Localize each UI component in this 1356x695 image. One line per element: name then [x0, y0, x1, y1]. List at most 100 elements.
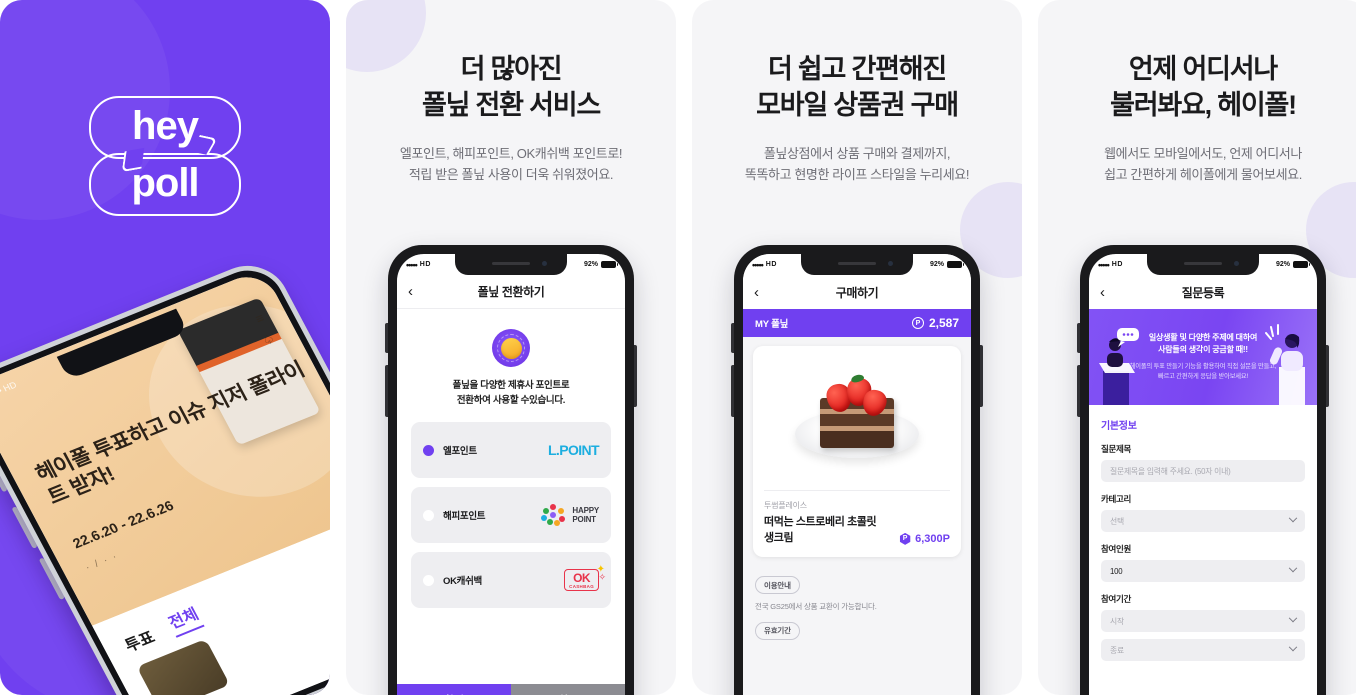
point-option-label: 해피포인트: [443, 511, 486, 523]
field-label-title: 질문제목: [1101, 444, 1132, 454]
phone-screen: ••••• HD 92% ‹ 구매하기 MY 폴닢 P 2,587 투썸플레이스…: [743, 254, 971, 695]
product-price: 6,300P: [915, 532, 950, 545]
tilted-phone-mockup: 헤이폴 투표하고 이슈 지저 폴라이트 받자! 22.6.20 - 22.6.2…: [0, 254, 330, 695]
usage-info-section: 이용안내 전국 GS25에서 상품 교환이 가능합니다. 유효기간: [743, 566, 971, 640]
nav-bar: ‹ 구매하기: [743, 275, 971, 309]
point-option-label: OK캐쉬백: [443, 576, 482, 588]
gallery-panel-conversion[interactable]: 더 많아진 폴닢 전환 서비스 엘포인트, 해피포인트, OK캐쉬백 포인트로!…: [346, 0, 676, 695]
radio-icon[interactable]: [423, 574, 434, 586]
my-points-bar: MY 폴닢 P 2,587: [743, 309, 971, 337]
point-partner-list: 엘포인트 L.POINT 해피포인트 HAPPY POINT OK캐쉬백 ✦ ✧…: [411, 422, 611, 609]
okcashbag-logo-box: ✦ ✧ OK CASHBAG: [564, 564, 606, 592]
status-signal: ••••• HD: [752, 260, 777, 270]
sparkle-icon-2: ✧: [598, 572, 606, 583]
logo-bubble-bottom: poll: [89, 153, 241, 216]
product-brand: 투썸플레이스: [764, 501, 807, 510]
front-camera: [888, 261, 893, 266]
nav-bar: ‹ 폴닢 전환하기: [397, 275, 625, 309]
product-card[interactable]: 투썸플레이스 떠먹는 스트로베리 초콜릿 생크림 P 6,300P: [753, 346, 961, 557]
points-coin-icon: [492, 329, 530, 367]
nav-title: 폴닢 전환하기: [477, 285, 545, 299]
tab-all[interactable]: 전체: [163, 601, 205, 638]
usage-info-text: 전국 GS25에서 상품 교환이 가능합니다.: [755, 602, 877, 612]
bottom-action-bar: 확인 취소: [397, 684, 625, 695]
period-end-select[interactable]: 종료: [1101, 639, 1305, 661]
point-option-okcashbag[interactable]: OK캐쉬백 ✦ ✧ OK CASHBAG: [411, 552, 611, 609]
lpoint-logo-text: L.POINT: [547, 442, 600, 459]
period-start-value: 시작: [1110, 616, 1124, 626]
gallery-panel-brand[interactable]: hey poll 헤이폴 투표하고 이슈 지저 폴라이트 받자! 22.6.20…: [0, 0, 330, 695]
panel-subtitle: 엘포인트, 해피포인트, OK캐쉬백 포인트로! 적립 받은 폴닢 사용이 더욱…: [399, 145, 623, 183]
phone-notch: [801, 254, 913, 275]
confirm-button[interactable]: 확인: [397, 684, 511, 695]
earpiece-speaker: [838, 262, 876, 265]
logo-text-poll: poll: [131, 160, 199, 205]
product-image-cake: [764, 356, 950, 480]
okcashbag-logo-subtext: CASHBAG: [569, 584, 594, 590]
okcashbag-logo-text: OK: [573, 571, 591, 586]
battery-percent: 92%: [1275, 261, 1290, 268]
carrier-label: HD: [419, 261, 431, 268]
phone-mockup: ••••• HD 92% ‹ 질문등록 일상생활 및 다양한 주제에 대하여 사…: [1077, 245, 1329, 695]
category-select-value: 선택: [1110, 516, 1124, 526]
hero-carousel-dots: ∙ / ∙ ∙: [83, 550, 121, 574]
logo-speech-tail-left: [121, 147, 145, 173]
battery-icon: [1293, 261, 1310, 268]
phone-mockup: ••••• HD 92% ‹ 폴닢 전환하기 폴닢을 다양한 제휴사 포인트로 …: [385, 245, 637, 695]
usage-info-pill: 이용안내: [755, 576, 800, 595]
cancel-button[interactable]: 취소: [511, 684, 625, 695]
panel-subtitle: 폴닢상점에서 상품 구매와 결제까지, 똑똑하고 현명한 라이프 스타일을 누리…: [744, 145, 970, 183]
card-divider: [764, 490, 950, 491]
chevron-down-icon: [1288, 563, 1298, 573]
heypoll-logo: hey poll: [89, 96, 241, 216]
question-promo-banner: 일상생활 및 다양한 주제에 대하여 사람들의 생각이 궁금할 때!! 헤이폴의…: [1089, 309, 1317, 405]
category-select[interactable]: 선택: [1101, 510, 1305, 532]
lavender-circle-decoration: [346, 0, 426, 72]
question-form: 기본정보 질문제목 질문제목을 입력해 주세요. (50자 이내) 카테고리 선…: [1089, 405, 1317, 661]
phone-power-button: [1326, 345, 1329, 407]
point-option-happypoint[interactable]: 해피포인트 HAPPY POINT: [411, 487, 611, 544]
nav-title: 질문등록: [1181, 285, 1225, 300]
signal-dots-icon: •••••: [406, 259, 418, 270]
period-start-select[interactable]: 시작: [1101, 610, 1305, 632]
chevron-down-icon: [1288, 513, 1298, 523]
radio-icon[interactable]: [423, 509, 434, 521]
product-price-group: P 6,300P: [899, 532, 950, 545]
phone-notch: [455, 254, 567, 275]
question-title-input[interactable]: 질문제목을 입력해 주세요. (50자 이내): [1101, 460, 1305, 482]
radio-icon-selected[interactable]: [423, 444, 434, 456]
battery-icon: [947, 261, 964, 268]
okcashbag-logo: ✦ ✧ OK CASHBAG: [564, 564, 606, 592]
phone-power-button: [980, 345, 983, 407]
happypoint-logo-text: HAPPY POINT: [572, 506, 599, 525]
panel-title: 언제 어디서나 불러봐요, 헤이폴!: [1110, 54, 1297, 120]
period-end-value: 종료: [1110, 645, 1124, 655]
gallery-panel-question[interactable]: 언제 어디서나 불러봐요, 헤이폴! 웹에서도 모바일에서도, 언제 어디서나 …: [1038, 0, 1356, 695]
field-label-category: 카테고리: [1101, 494, 1132, 504]
chevron-down-icon: [1288, 613, 1298, 623]
phone-screen: ••••• HD 92% ‹ 폴닢 전환하기 폴닢을 다양한 제휴사 포인트로 …: [397, 254, 625, 695]
battery-percent: 92%: [583, 261, 598, 268]
participants-select[interactable]: 100: [1101, 560, 1305, 582]
point-option-lpoint[interactable]: 엘포인트 L.POINT: [411, 422, 611, 479]
panel-subtitle: 웹에서도 모바일에서도, 언제 어디서나 쉽고 간편하게 헤이폴에게 물어보세요…: [1104, 145, 1302, 183]
earpiece-speaker: [492, 262, 530, 265]
panel-title: 더 많아진 폴닢 전환 서비스: [421, 54, 601, 120]
phone-screen: ••••• HD 92% ‹ 질문등록 일상생활 및 다양한 주제에 대하여 사…: [1089, 254, 1317, 695]
happypoint-logo: HAPPY POINT: [541, 504, 599, 527]
signal-dots-icon: •••••: [1098, 259, 1110, 270]
nav-title: 구매하기: [835, 285, 879, 300]
point-option-label: 엘포인트: [443, 446, 477, 458]
tab-vote[interactable]: 투표: [120, 624, 159, 656]
banner-headline: 일상생활 및 다양한 주제에 대하여 사람들의 생각이 궁금할 때!!: [1148, 332, 1258, 354]
banner-subtext: 헤이폴의 투표 만들기 기능을 활용하여 직접 설문을 만들고, 빠르고 간편하…: [1129, 363, 1277, 381]
logo-bubble-top: hey: [89, 96, 241, 159]
gallery-panel-purchase[interactable]: 더 쉽고 간편해진 모바일 상품권 구매 폴닢상점에서 상품 구매와 결제까지,…: [692, 0, 1022, 695]
validity-period-pill: 유효기간: [755, 621, 800, 640]
chevron-down-icon: [1288, 642, 1298, 652]
front-camera: [542, 261, 547, 266]
panel-title: 더 쉽고 간편해진 모바일 상품권 구매: [756, 54, 959, 120]
field-label-participants: 참여인원: [1101, 544, 1132, 554]
field-label-period: 참여기간: [1101, 594, 1132, 604]
my-points-label: MY 폴닢: [755, 319, 789, 330]
